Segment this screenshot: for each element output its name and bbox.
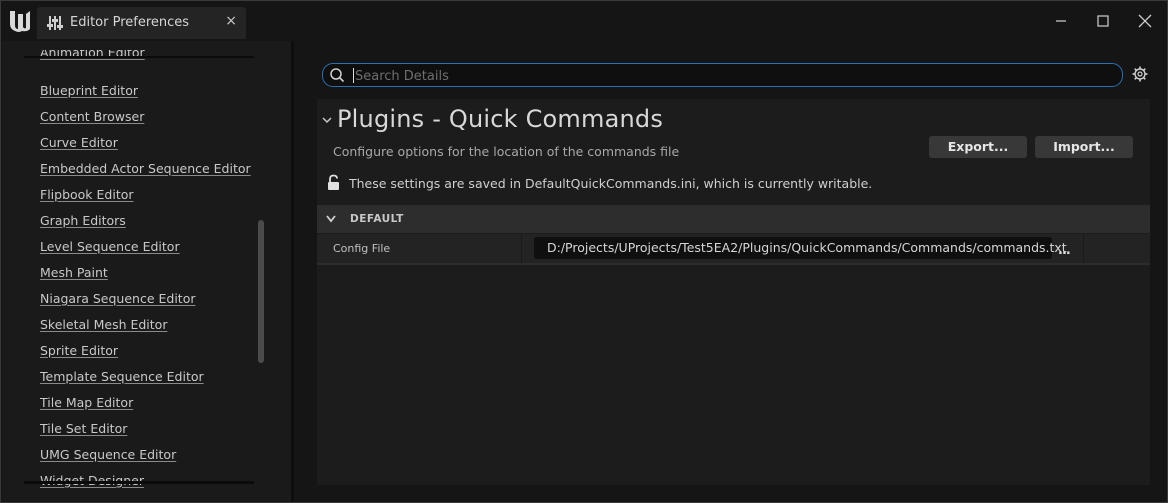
editor-preferences-window: Editor Preferences × Animation Editor Bl… <box>0 0 1168 503</box>
property-row-config-file: Config File D:/Projects/UProjects/Test5E… <box>317 234 1150 265</box>
sidebar-item-flipbook-editor[interactable]: Flipbook Editor <box>40 186 251 212</box>
sidebar-item-label: Content Browser <box>40 109 145 124</box>
config-file-path-field[interactable]: D:/Projects/UProjects/Test5EA2/Plugins/Q… <box>534 237 1067 259</box>
sidebar-item-blueprint-editor[interactable]: Blueprint Editor <box>40 82 251 108</box>
sidebar-scrollbar[interactable] <box>258 220 264 363</box>
unreal-engine-logo-icon <box>10 11 30 32</box>
sidebar-item-label: Curve Editor <box>40 135 118 150</box>
tab-title: Editor Preferences <box>70 15 190 30</box>
sidebar-item-tile-map-editor[interactable]: Tile Map Editor <box>40 394 251 420</box>
sidebar-item-label: Animation Editor <box>40 50 145 60</box>
sidebar-item-embedded-actor-sequence-editor[interactable]: Embedded Actor Sequence Editor <box>40 160 251 186</box>
minimize-button[interactable] <box>1051 11 1071 31</box>
chevron-down-icon <box>326 215 336 223</box>
column-splitter <box>1083 234 1084 263</box>
category-label: DEFAULT <box>350 213 404 225</box>
column-splitter[interactable] <box>521 234 522 263</box>
sidebar-item-animation-editor[interactable]: Animation Editor <box>40 50 251 66</box>
sidebar-item-label: Tile Map Editor <box>40 395 134 410</box>
sidebar-list: Animation Editor Blueprint Editor Conten… <box>40 48 251 498</box>
sidebar-item-label: Template Sequence Editor <box>40 369 204 384</box>
sidebar-item-sprite-editor[interactable]: Sprite Editor <box>40 342 251 368</box>
sidebar-item-label: Mesh Paint <box>40 265 108 280</box>
sidebar-item-label: Flipbook Editor <box>40 187 134 202</box>
sidebar-item-tile-set-editor[interactable]: Tile Set Editor <box>40 420 251 446</box>
sidebar-item-widget-designer[interactable]: Widget Designer <box>40 472 251 498</box>
sidebar-item-label: Sprite Editor <box>40 343 119 358</box>
scroll-shadow-top <box>24 56 254 58</box>
details-panel: Plugins - Quick Commands Configure optio… <box>294 41 1167 501</box>
sidebar-item-level-sequence-editor[interactable]: Level Sequence Editor <box>40 238 251 264</box>
export-button[interactable]: Export... <box>929 136 1027 158</box>
details-content: Plugins - Quick Commands Configure optio… <box>317 99 1150 485</box>
unlocked-icon <box>328 174 339 190</box>
sidebar-item-skeletal-mesh-editor[interactable]: Skeletal Mesh Editor <box>40 316 251 342</box>
sidebar-item-graph-editors[interactable]: Graph Editors <box>40 212 251 238</box>
chevron-down-icon[interactable] <box>322 115 332 125</box>
sidebar-item-content-browser[interactable]: Content Browser <box>40 108 251 134</box>
close-window-button[interactable] <box>1135 11 1155 31</box>
sidebar-item-label: Tile Set Editor <box>40 421 128 436</box>
gear-icon[interactable] <box>1132 66 1148 82</box>
sidebar-item-label: Niagara Sequence Editor <box>40 291 196 306</box>
sidebar-item-mesh-paint[interactable]: Mesh Paint <box>40 264 251 290</box>
search-input[interactable] <box>353 66 1117 86</box>
maximize-button[interactable] <box>1093 11 1113 31</box>
sidebar: Animation Editor Blueprint Editor Conten… <box>2 41 291 501</box>
section-description: Configure options for the location of th… <box>333 144 680 159</box>
sidebar-item-label: Level Sequence Editor <box>40 239 180 254</box>
text-caret <box>353 68 354 83</box>
section-title: Plugins - Quick Commands <box>337 105 664 133</box>
title-bar[interactable]: Editor Preferences × <box>1 1 1167 41</box>
browse-button[interactable]: ... <box>1058 243 1071 258</box>
config-saved-notice: These settings are saved in DefaultQuick… <box>349 176 873 191</box>
sidebar-item-label: UMG Sequence Editor <box>40 447 177 462</box>
sidebar-item-label: Blueprint Editor <box>40 83 138 98</box>
sidebar-item-niagara-sequence-editor[interactable]: Niagara Sequence Editor <box>40 290 251 316</box>
import-button[interactable]: Import... <box>1035 136 1133 158</box>
property-name: Config File <box>333 242 391 255</box>
sidebar-item-label: Skeletal Mesh Editor <box>40 317 168 332</box>
scroll-shadow-bottom <box>24 481 254 484</box>
category-header-default[interactable]: DEFAULT <box>317 205 1150 233</box>
sliders-icon <box>47 16 63 30</box>
tab-close-button[interactable]: × <box>225 13 237 29</box>
sidebar-item-label: Graph Editors <box>40 213 126 228</box>
sidebar-item-label: Embedded Actor Sequence Editor <box>40 161 251 176</box>
sidebar-item-umg-sequence-editor[interactable]: UMG Sequence Editor <box>40 446 251 472</box>
sidebar-item-curve-editor[interactable]: Curve Editor <box>40 134 251 160</box>
tab-editor-preferences[interactable]: Editor Preferences × <box>37 7 246 39</box>
sidebar-item-template-sequence-editor[interactable]: Template Sequence Editor <box>40 368 251 394</box>
search-icon <box>330 68 345 83</box>
search-box[interactable] <box>322 63 1123 87</box>
